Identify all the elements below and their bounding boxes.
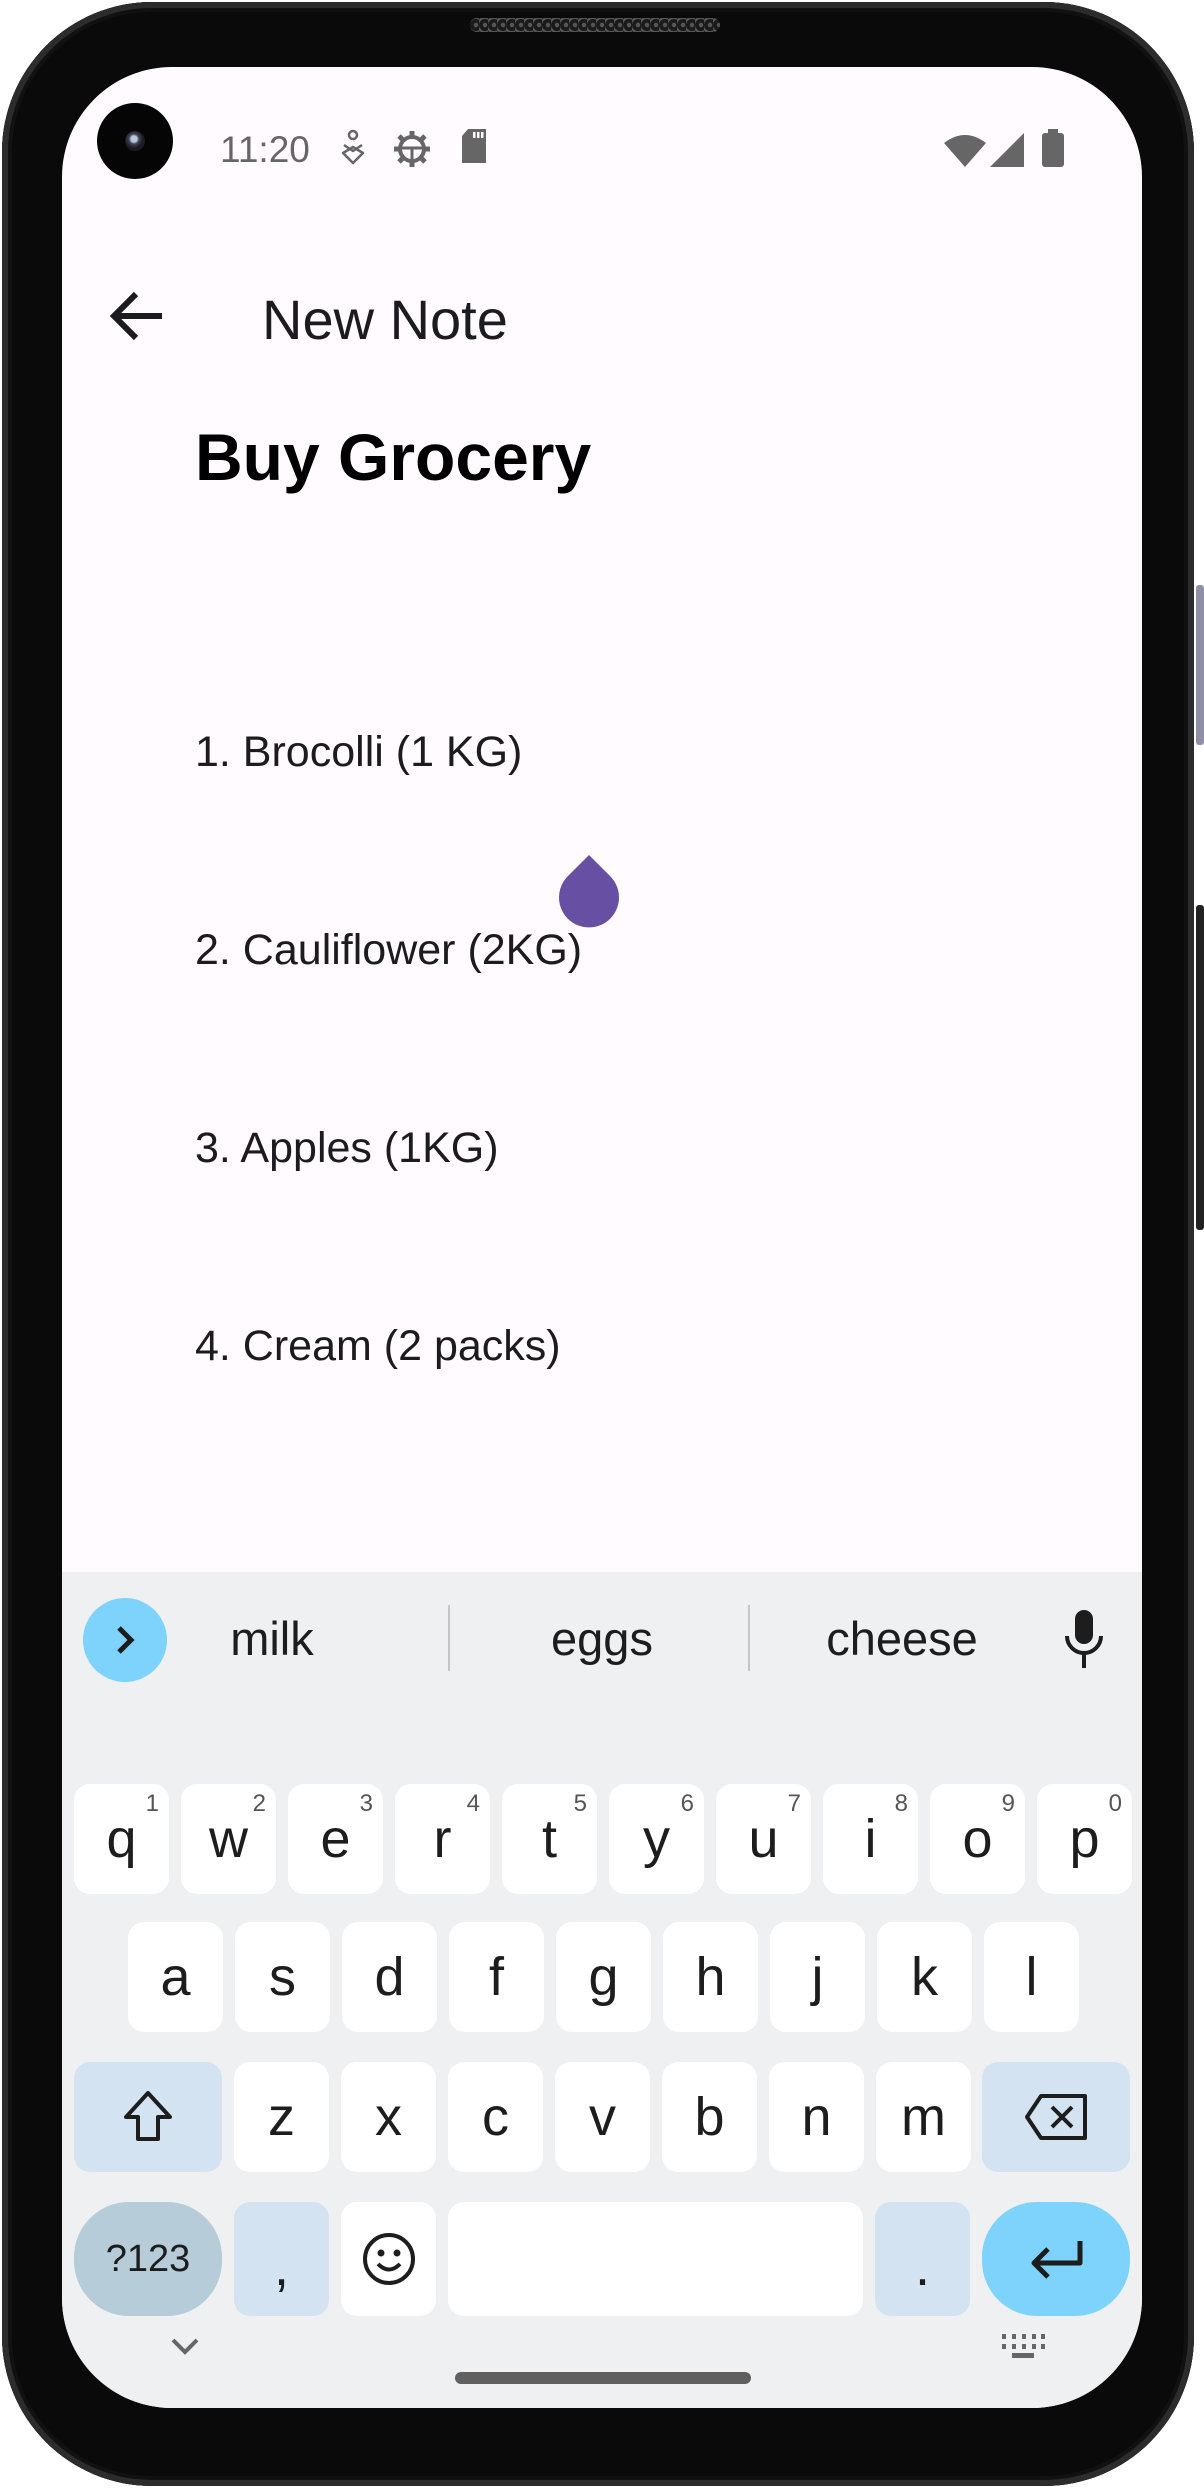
key-number-hint: 6 [680,1790,694,1817]
key-label: r [433,1809,452,1869]
note-line: 2. Cauliflower (2KG) [195,926,583,974]
hide-keyboard-chevron-down-icon[interactable] [165,2332,205,2360]
key-number-hint: 4 [466,1790,480,1817]
key-label: e [320,1809,351,1869]
key-j[interactable]: j [770,1922,865,2032]
key-label: i [864,1809,877,1869]
note-line: 4. Cream (2 packs) [195,1322,561,1370]
status-bar: 11:20 [62,67,1142,197]
microphone-icon[interactable] [1062,1610,1106,1670]
key-number-hint: 0 [1108,1790,1122,1817]
key-label: p [1069,1809,1100,1869]
suggestion-item[interactable]: milk [172,1602,372,1676]
arrow-back-icon[interactable] [102,280,174,352]
key-p[interactable]: p0 [1037,1784,1132,1894]
key-label: w [209,1809,248,1869]
key-g[interactable]: g [556,1922,651,2032]
key-e[interactable]: e3 [288,1784,383,1894]
suggestion-divider [448,1605,450,1671]
emoji-icon [362,2233,415,2285]
suggestion-item[interactable]: cheese [762,1602,1042,1676]
backspace-icon [1025,2094,1087,2140]
key-z[interactable]: z [234,2062,329,2172]
key-r[interactable]: r4 [395,1784,490,1894]
note-line: 3. Apples (1KG) [195,1124,499,1172]
home-gesture-bar[interactable] [455,2372,751,2384]
key-n[interactable]: n [769,2062,864,2172]
shift-key[interactable] [74,2062,222,2172]
enter-icon [1031,2241,1083,2279]
key-q[interactable]: q1 [74,1784,169,1894]
suggestion-divider [748,1605,750,1671]
key-i[interactable]: i8 [823,1784,918,1894]
period-label: . [914,2237,930,2297]
key-label: u [748,1809,779,1869]
key-number-hint: 1 [145,1790,159,1817]
symbols-key[interactable]: ?123 [74,2202,222,2316]
key-d[interactable]: d [342,1922,437,2032]
cell-signal-icon [990,133,1024,167]
key-m[interactable]: m [876,2062,971,2172]
page-title: New Note [262,288,508,351]
key-number-hint: 9 [1001,1790,1015,1817]
key-number-hint: 2 [252,1790,266,1817]
key-l[interactable]: l [984,1922,1079,2032]
key-h[interactable]: h [663,1922,758,2032]
note-line: 1. Brocolli (1 KG) [195,728,523,776]
suggestion-item[interactable]: eggs [462,1602,742,1676]
key-number-hint: 3 [359,1790,373,1817]
power-button [1196,905,1204,1230]
note-body-field[interactable]: 1. Brocolli (1 KG) 2. Cauliflower (2KG) … [195,587,582,1511]
backspace-key[interactable] [982,2062,1130,2172]
soft-keyboard: milk eggs cheese q1w2e3r4t5y6u7i8o9p0 as… [62,1572,1142,2408]
key-label: y [643,1809,670,1869]
key-y[interactable]: y6 [609,1784,704,1894]
key-v[interactable]: v [555,2062,650,2172]
space-key[interactable] [448,2202,863,2316]
key-b[interactable]: b [662,2062,757,2172]
enter-key[interactable] [982,2202,1130,2316]
key-label: q [106,1809,137,1869]
key-a[interactable]: a [128,1922,223,2032]
key-number-hint: 7 [787,1790,801,1817]
comma-label: , [273,2237,289,2297]
key-c[interactable]: c [448,2062,543,2172]
key-t[interactable]: t5 [502,1784,597,1894]
accessibility-icon [341,129,365,165]
debug-gear-icon [394,131,430,167]
shift-icon [124,2091,172,2141]
chevron-right-icon [117,1626,135,1654]
key-u[interactable]: u7 [716,1784,811,1894]
key-label: t [541,1809,557,1869]
sd-card-icon [462,129,486,163]
expand-toolbar-button[interactable] [83,1598,167,1682]
key-label: o [962,1809,993,1869]
screen: 11:20 New Note Buy Grocery 1. Brocolli (… [62,67,1142,2408]
status-time: 11:20 [220,129,310,170]
key-number-hint: 5 [573,1790,587,1817]
switch-keyboard-icon[interactable] [1000,2332,1046,2360]
key-number-hint: 8 [894,1790,908,1817]
battery-icon [1042,129,1064,167]
wifi-icon [944,135,986,167]
comma-key[interactable]: , [234,2202,329,2316]
emoji-key[interactable] [341,2202,436,2316]
volume-button [1196,585,1204,745]
note-title-field[interactable]: Buy Grocery [195,419,591,495]
key-f[interactable]: f [449,1922,544,2032]
key-o[interactable]: o9 [930,1784,1025,1894]
speaker-grille [470,18,720,32]
key-w[interactable]: w2 [181,1784,276,1894]
key-k[interactable]: k [877,1922,972,2032]
text-cursor-handle[interactable] [559,855,619,933]
top-app-bar: New Note [62,267,1142,367]
period-key[interactable]: . [875,2202,970,2316]
key-s[interactable]: s [235,1922,330,2032]
key-x[interactable]: x [341,2062,436,2172]
